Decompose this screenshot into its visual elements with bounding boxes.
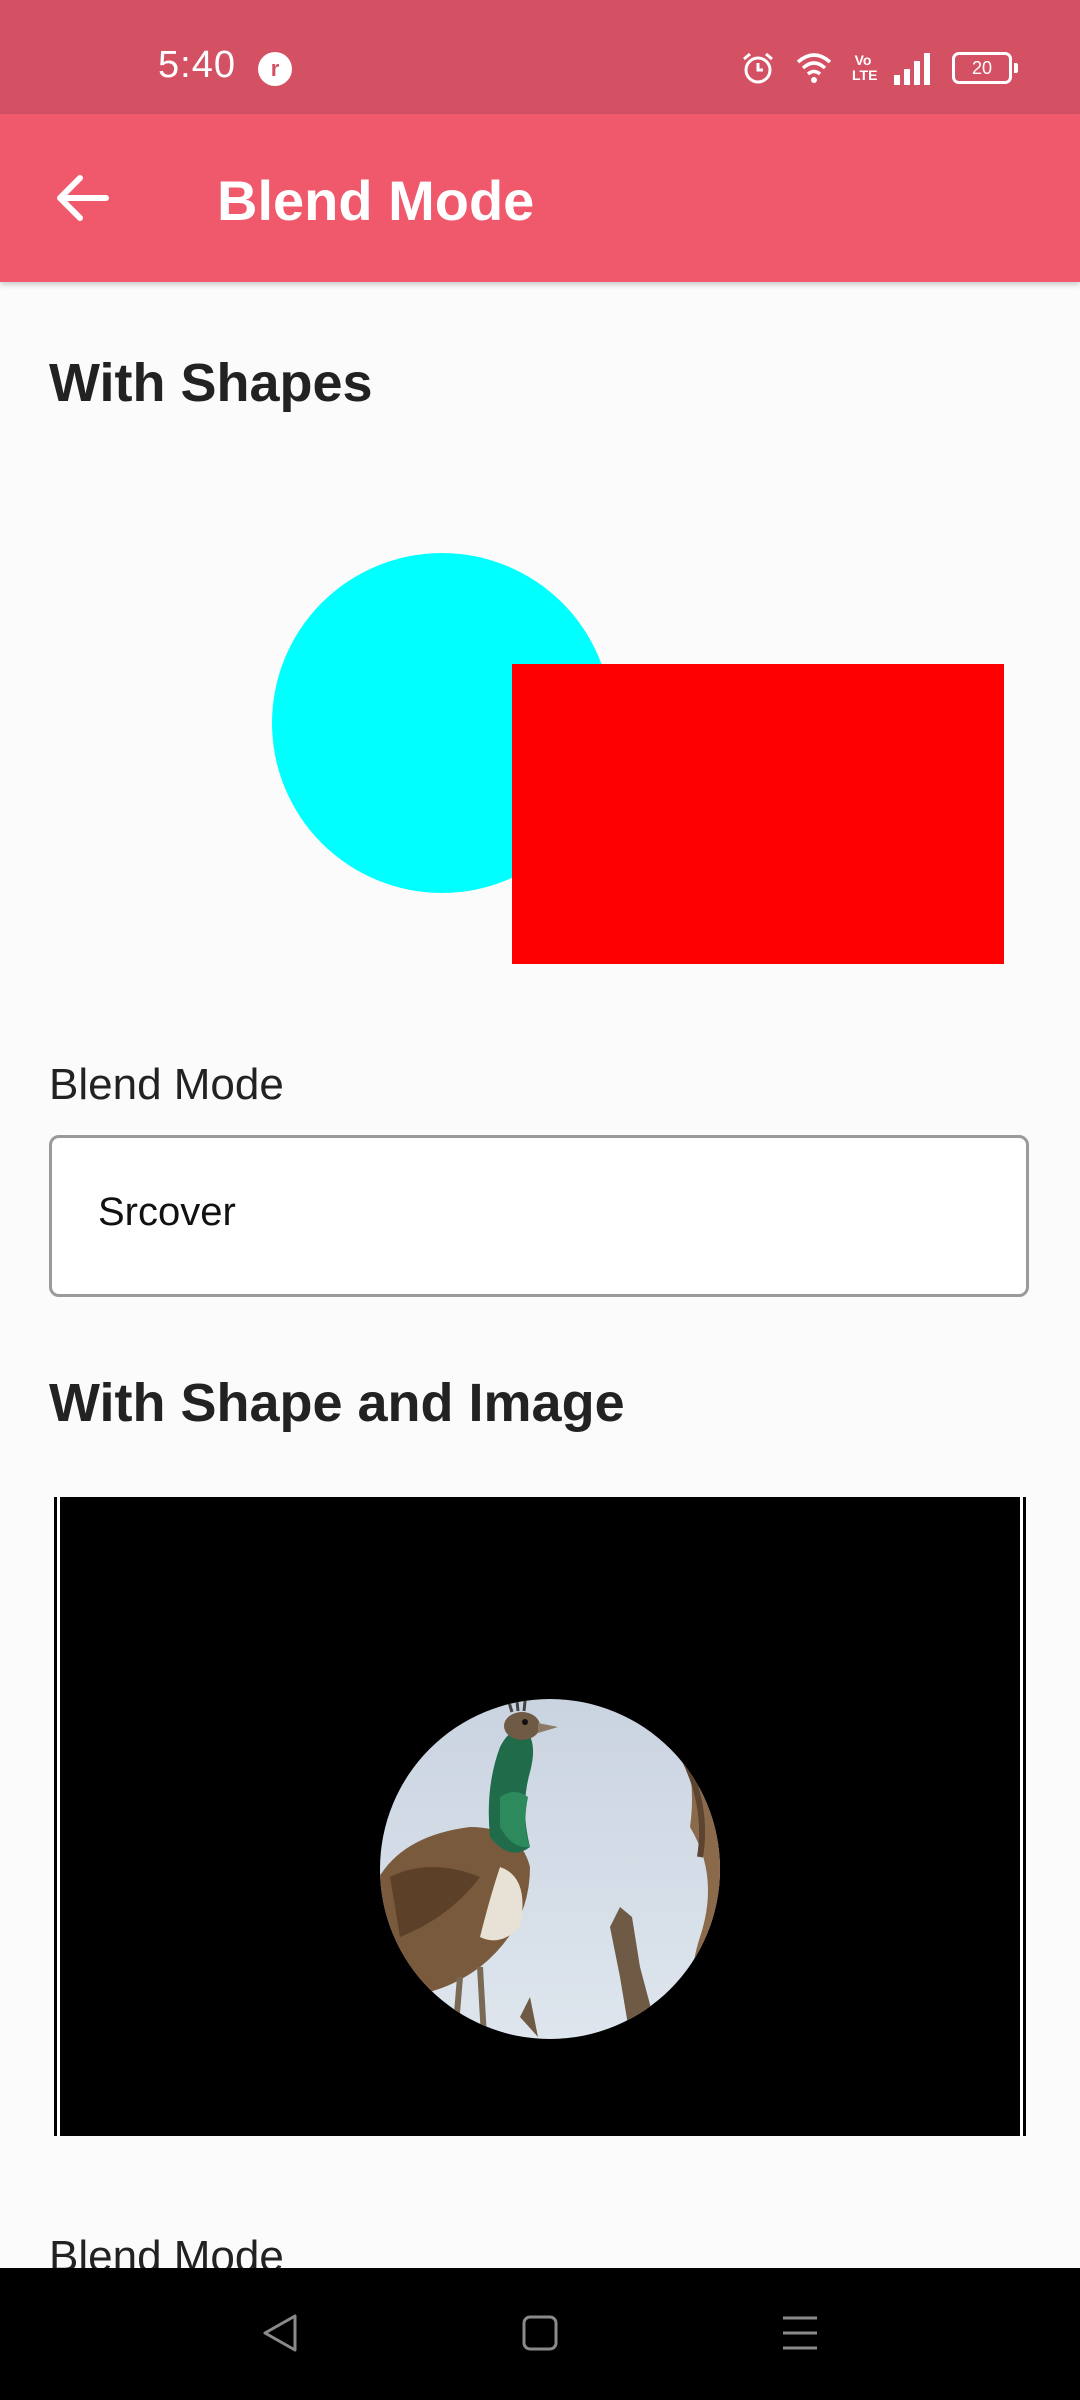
status-time: 5:40	[158, 44, 236, 86]
arrow-left-icon[interactable]	[50, 164, 118, 232]
shapes-canvas	[272, 553, 1004, 964]
shape-image-canvas	[54, 1497, 1026, 2136]
menu-lines-icon[interactable]	[765, 2298, 835, 2368]
signal-icon	[894, 53, 930, 85]
app-notification-icon: r	[258, 52, 292, 86]
wifi-icon	[796, 53, 832, 83]
blend-mode-label: Blend Mode	[49, 1060, 284, 1109]
battery-level: 20	[971, 58, 993, 78]
alarm-icon	[743, 52, 773, 84]
volte-icon: Vo LTE	[852, 52, 878, 83]
square-home-icon[interactable]	[505, 2298, 575, 2368]
status-icons: Vo LTE 20	[740, 48, 1018, 88]
blend-mode-dropdown[interactable]: Srcover	[49, 1135, 1029, 1297]
red-rectangle	[512, 664, 1004, 964]
section-title-shapes: With Shapes	[49, 353, 373, 413]
triangle-back-icon[interactable]	[245, 2298, 315, 2368]
page-title: Blend Mode	[217, 169, 535, 232]
section-title-shape-image: With Shape and Image	[49, 1373, 625, 1433]
app-bar: Blend Mode	[0, 114, 1080, 282]
battery-icon: 20	[952, 52, 1018, 84]
blend-mode-value: Srcover	[98, 1190, 236, 1234]
status-bar: 5:40 r Vo LTE 20	[0, 0, 1080, 114]
system-nav-bar	[0, 2268, 1080, 2400]
peacock-image	[380, 1699, 720, 2039]
